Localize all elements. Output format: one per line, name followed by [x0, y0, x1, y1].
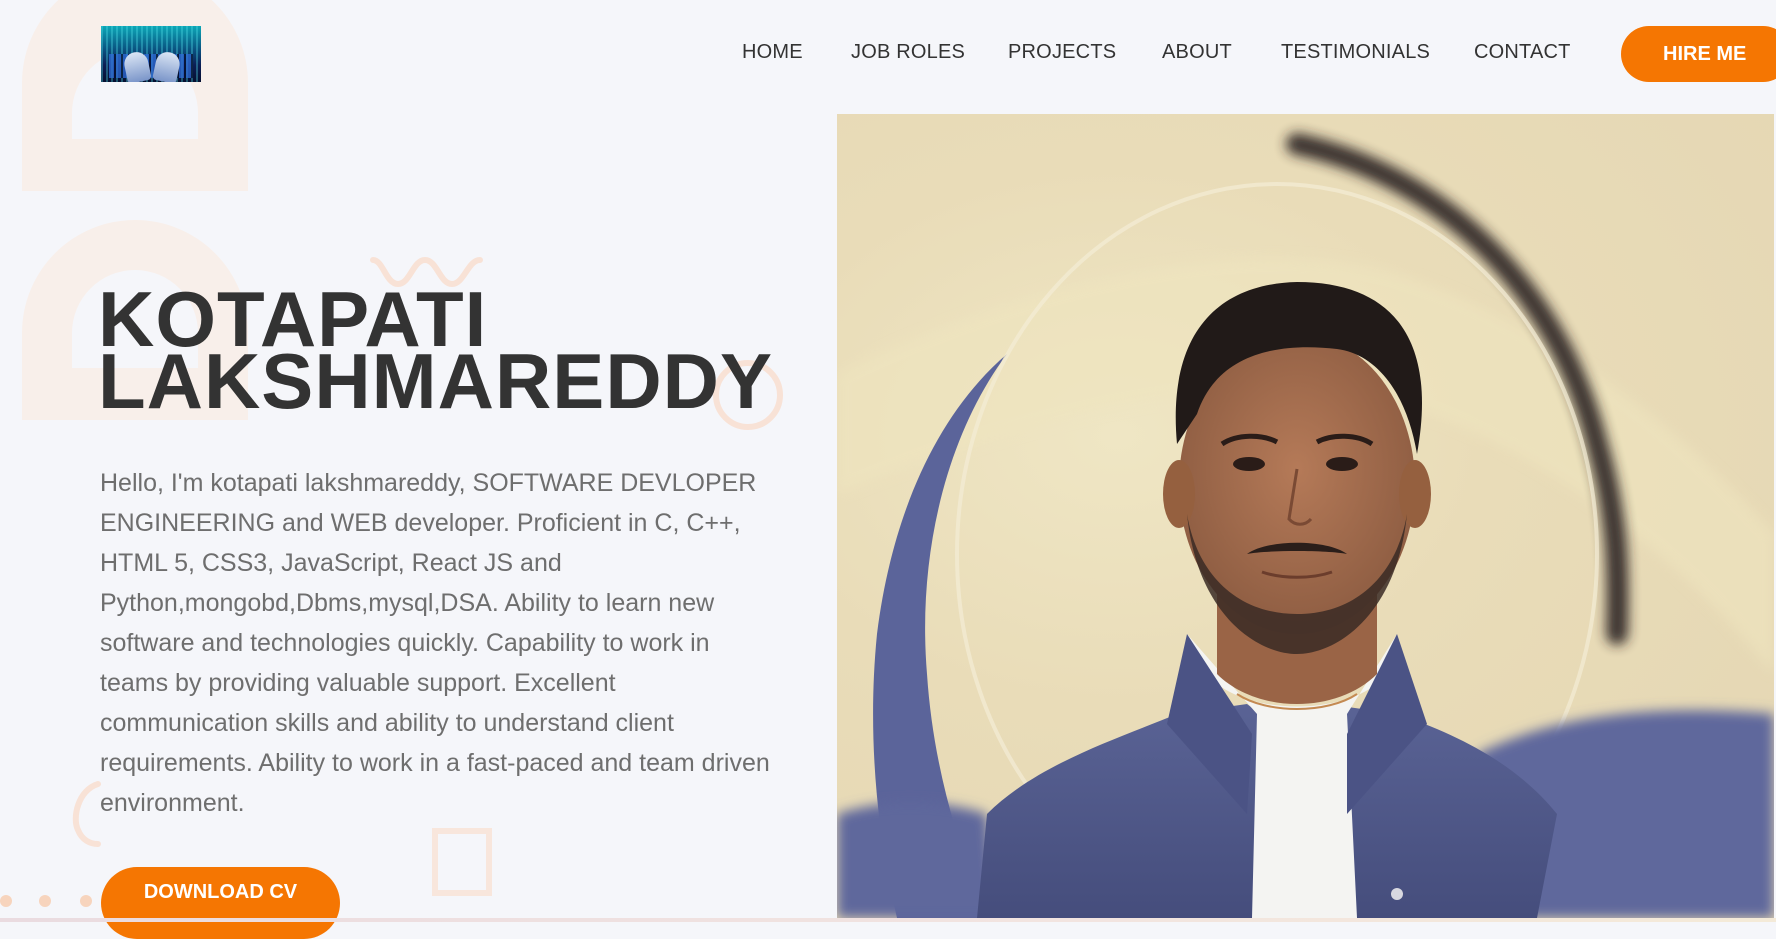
- nav-about[interactable]: ABOUT: [1162, 41, 1232, 64]
- nav-projects[interactable]: PROJECTS: [1008, 41, 1116, 64]
- profile-photo: [837, 114, 1774, 918]
- hero-description: Hello, I'm kotapati lakshmareddy, SOFTWA…: [100, 469, 770, 817]
- dots-decoration: [0, 895, 92, 907]
- hero-title-line2: LAKSHMAREDDY: [98, 337, 773, 425]
- nav-home[interactable]: HOME: [742, 41, 803, 64]
- download-cv-button[interactable]: DOWNLOAD CV: [101, 867, 340, 939]
- site-logo[interactable]: [101, 26, 201, 82]
- hire-me-button[interactable]: HIRE ME: [1621, 26, 1776, 82]
- nav-job-roles[interactable]: JOB ROLES: [851, 41, 965, 64]
- profile-photo-illustration: [837, 133, 1774, 918]
- main-navigation: HOME JOB ROLES PROJECTS ABOUT TESTIMONIA…: [0, 0, 1776, 110]
- hero-title: KOTAPATI LAKSHMAREDDY: [98, 280, 773, 425]
- square-decoration: [432, 828, 492, 896]
- bottom-divider: [0, 918, 1776, 922]
- nav-testimonials[interactable]: TESTIMONIALS: [1281, 41, 1430, 64]
- nav-contact[interactable]: CONTACT: [1474, 41, 1571, 64]
